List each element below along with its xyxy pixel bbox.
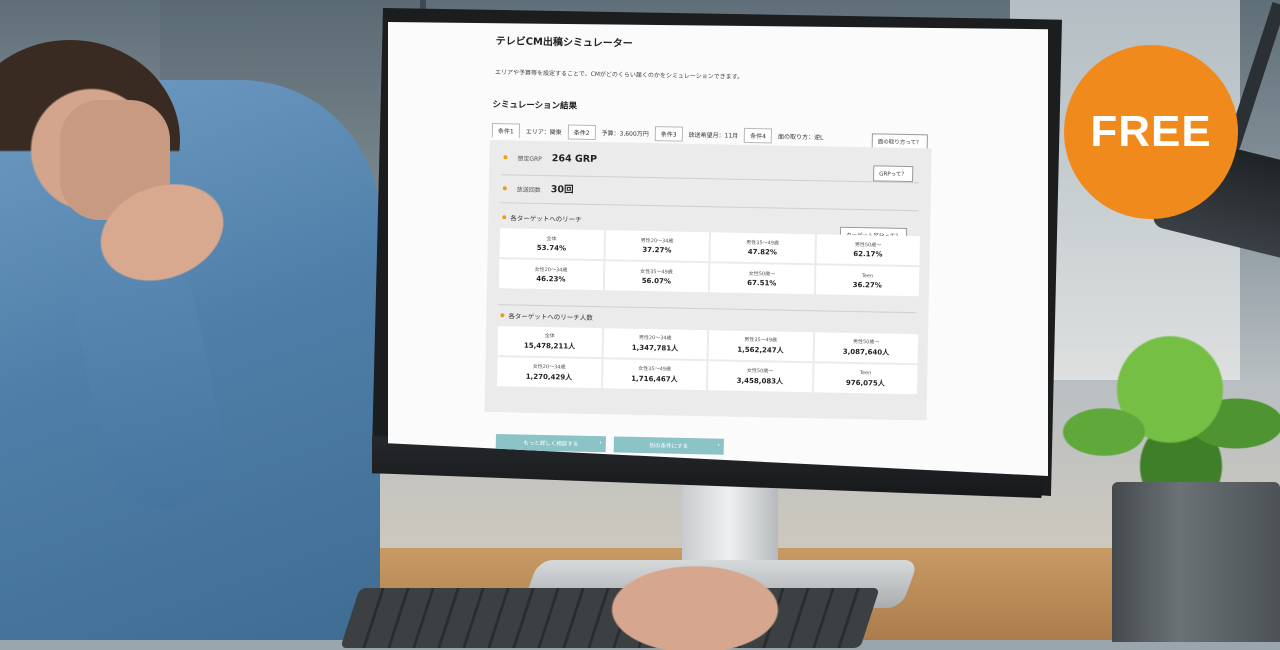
right-plant-pot [1112,482,1280,642]
bullet-icon [503,155,508,160]
reach-people-cell-value: 1,562,247人 [737,345,784,355]
reach-people-cell: 男性35〜49歳 1,562,247人 [708,330,813,362]
reach-cell-label: 男性50歳〜 [854,242,882,249]
reach-cell-label: 男性20〜34歳 [640,237,674,245]
reach-people-cell-value: 1,270,429人 [525,372,573,382]
reach-people-cell-label: 男性50歳〜 [852,338,880,346]
reach-people-section-title: 各ターゲットへのリーチ人数 [500,310,593,322]
reach-people-cell: 女性35〜49歳 1,716,467人 [602,359,707,391]
reach-people-title: 各ターゲットへのリーチ人数 [508,312,593,322]
typing-hand [600,560,790,650]
reach-cell-value: 36.27% [852,280,882,290]
reach-people-cell: Teen 976,075人 [813,363,918,395]
reach-people-cell-value: 3,087,640人 [842,347,890,357]
consult-button-label: もっと詳しく相談する [523,440,579,448]
grp-value: 264 GRP [551,153,598,166]
broadcast-count-label: 放送回数 [516,186,541,194]
reach-grid: 全体 53.74% 男性20〜34歳 37.27% 男性35〜49歳 47.82% 男… [498,228,920,297]
reach-cell-label: 全体 [546,236,557,243]
reach-cell-label: 女性35〜49歳 [640,268,673,276]
reach-title: 各ターゲットへのリーチ [510,214,582,224]
reach-cell-label: Teen [861,272,874,279]
reach-cell-value: 37.27% [642,245,672,255]
reach-cell-value: 67.51% [747,278,777,288]
reach-cell: 女性50歳〜 67.51% [709,263,814,295]
tab-condition-3[interactable]: 条件3 [654,125,683,142]
results-panel: 想定GRP 264 GRP GRPって？ 放送回数 30回 各ターゲットへのリー… [484,139,932,421]
reach-people-cell: 全体 15,478,211人 [497,326,602,358]
divider [500,202,919,212]
bullet-icon [502,186,507,191]
tab-condition-4[interactable]: 条件4 [744,127,773,143]
right-plant-leaves [1060,330,1280,500]
tab-condition-2[interactable]: 条件2 [567,123,596,140]
reach-cell-value: 56.07% [641,276,671,286]
reach-cell-label: 女性20〜34歳 [534,266,568,274]
broadcast-count-value: 30回 [550,184,574,196]
bullet-icon [500,313,505,318]
free-badge-text: FREE [1090,107,1212,156]
reach-people-cell-value: 15,478,211人 [523,341,576,351]
reach-cell-value: 46.23% [536,274,566,284]
grp-help-button[interactable]: GRPって？ [873,165,913,183]
free-badge: FREE [1064,45,1238,219]
reach-people-cell-value: 1,716,467人 [631,374,678,384]
reach-cell: 男性35〜49歳 47.82% [710,232,815,264]
screen: テレビCM出稿シミュレーター エリアや予算等を設定することで、CMがどのくらい届… [388,22,1048,476]
condition-4-value: 面の取り方：逆L [777,133,824,141]
tab-condition-1[interactable]: 条件1 [491,122,520,139]
reach-people-cell: 男性50歳〜 3,087,640人 [814,332,919,364]
results-title: シミュレーション結果 [492,100,578,112]
reach-cell: Teen 36.27% [815,265,920,297]
reach-people-cell-label: 男性35〜49歳 [744,336,778,344]
reach-people-cell-label: 女性50歳〜 [746,367,774,375]
bullet-icon [502,215,507,220]
reach-cell-value: 53.74% [536,243,567,253]
reach-cell-label: 女性50歳〜 [748,270,776,278]
grp-label: 想定GRP [517,155,542,163]
page-description: エリアや予算等を設定することで、CMがどのくらい届くのかをシミュレーションできま… [494,69,744,81]
reach-cell: 女性35〜49歳 56.07% [604,261,709,293]
reach-cell: 男性50歳〜 62.17% [815,234,920,266]
reach-cell-label: 男性35〜49歳 [746,239,779,247]
reach-people-cell-value: 1,347,781人 [631,343,679,353]
reach-people-cell-label: Teen [859,369,872,376]
reach-people-cell-label: 全体 [544,333,555,340]
reach-cell-value: 62.17% [853,249,883,259]
condition-3-value: 放送希望月：11月 [688,131,739,140]
grp-metric: 想定GRP 264 GRP [503,152,597,165]
condition-1-value: エリア：関東 [525,128,562,136]
condition-2-value: 予算：3,600万円 [601,129,649,138]
reach-people-cell-value: 976,075人 [845,378,885,388]
reach-section-title: 各ターゲットへのリーチ [502,212,582,224]
broadcast-count-metric: 放送回数 30回 [502,180,574,196]
reach-cell: 男性20〜34歳 37.27% [604,230,710,262]
page-title: テレビCM出稿シミュレーター [495,36,633,50]
reach-people-cell-value: 3,458,083人 [736,376,784,386]
reach-cell-value: 47.82% [747,247,778,257]
other-conditions-button-label: 別の条件にする [649,443,689,451]
reach-cell: 全体 53.74% [499,228,604,260]
other-conditions-button[interactable]: 別の条件にする › [613,436,724,455]
reach-people-cell-label: 女性35〜49歳 [638,365,672,373]
reach-people-grid: 全体 15,478,211人 男性20〜34歳 1,347,781人 男性35〜49… [497,326,919,395]
reach-people-cell: 女性20〜34歳 1,270,429人 [497,357,602,389]
reach-people-cell: 女性50歳〜 3,458,083人 [707,361,813,393]
reach-people-cell-label: 男性20〜34歳 [638,334,672,342]
chevron-right-icon: › [717,441,720,449]
reach-people-cell-label: 女性20〜34歳 [532,363,566,371]
chevron-right-icon: › [599,439,602,447]
reach-people-cell: 男性20〜34歳 1,347,781人 [603,328,708,360]
reach-cell: 女性20〜34歳 46.23% [498,259,603,291]
